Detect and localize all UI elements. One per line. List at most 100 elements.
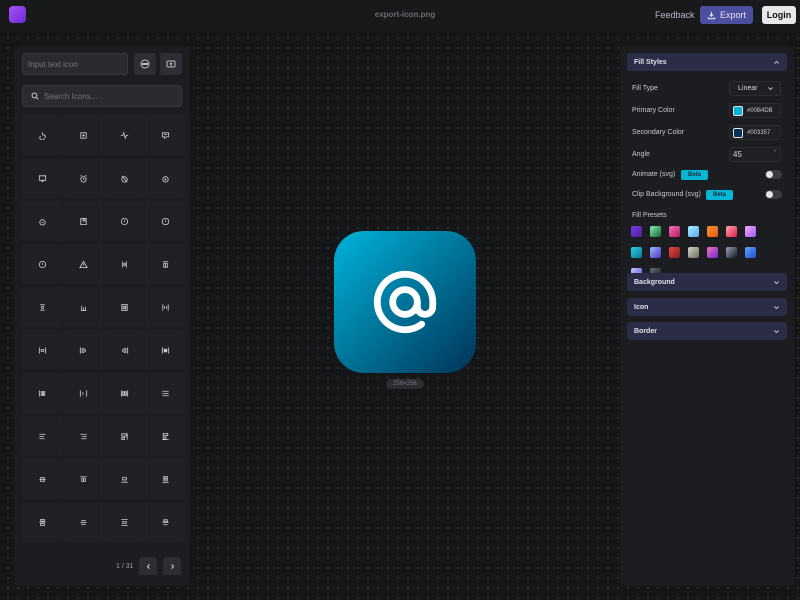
icon-grid-cell[interactable] [104, 459, 144, 499]
fill-preset-swatch[interactable] [745, 247, 756, 258]
icon-grid-cell[interactable] [145, 287, 185, 327]
icon-grid-cell[interactable] [63, 287, 103, 327]
icon-grid-cell[interactable] [145, 115, 185, 155]
icon-grid-cell[interactable] [145, 416, 185, 456]
section-header-border[interactable]: Border [627, 322, 787, 340]
section-title: Background [634, 278, 675, 286]
icon-grid-cell[interactable] [63, 244, 103, 284]
alert-triangle-icon [78, 260, 88, 268]
icon-grid-cell[interactable] [104, 287, 144, 327]
align-left-bars-icon [38, 389, 45, 397]
icon-grid-cell[interactable] [104, 158, 144, 198]
fill-styles-title: Fill Styles [634, 58, 667, 66]
align-v-stack-icon [161, 475, 169, 483]
menu-icon [161, 390, 169, 396]
icon-grid-cell[interactable] [63, 158, 103, 198]
fill-preset-swatch[interactable] [726, 226, 737, 237]
top-bar: export-icon.png Feedback Export Login [0, 0, 800, 30]
icon-grid-cell[interactable] [63, 416, 103, 456]
primary-color-label: Primary Color [632, 107, 675, 114]
secondary-color-swatch[interactable] [733, 127, 743, 138]
text-icon-input[interactable] [22, 53, 128, 75]
section-header-background[interactable]: Background [627, 273, 787, 291]
icon-grid-cell[interactable] [145, 459, 185, 499]
icon-grid-cell[interactable] [145, 244, 185, 284]
icon-grid-cell[interactable] [22, 287, 62, 327]
upload-image-button[interactable] [160, 53, 182, 75]
icon-grid-cell[interactable] [22, 201, 62, 241]
search-input[interactable] [44, 91, 164, 101]
icon-grid-cell[interactable] [104, 244, 144, 284]
icon-grid-cell[interactable] [22, 158, 62, 198]
fill-preset-swatch[interactable] [631, 247, 642, 258]
icon-grid-cell[interactable] [63, 330, 103, 370]
fill-preset-swatch[interactable] [650, 247, 661, 258]
fill-type-select[interactable]: Linear [729, 81, 781, 96]
icon-grid-cell[interactable] [104, 502, 144, 542]
icon-grid-cell[interactable] [145, 373, 185, 413]
icon-grid-cell[interactable] [22, 502, 62, 542]
secondary-color-field[interactable]: #003357 [729, 125, 781, 140]
export-button[interactable]: Export [700, 6, 753, 24]
clip-background-toggle[interactable] [765, 190, 782, 199]
fill-preset-swatch[interactable] [707, 226, 718, 237]
icon-grid-cell[interactable] [145, 201, 185, 241]
icon-grid-cell[interactable] [22, 373, 62, 413]
align-v-end-icon [161, 518, 169, 525]
icon-grid-cell[interactable] [104, 201, 144, 241]
icon-search-field[interactable] [22, 85, 182, 107]
primary-color-value: #00B4DB [747, 107, 773, 114]
feedback-link[interactable]: Feedback [655, 10, 695, 20]
icon-grid-cell[interactable] [22, 330, 62, 370]
fill-preset-swatch[interactable] [669, 247, 680, 258]
fill-preset-swatch[interactable] [669, 226, 680, 237]
icon-grid-cell[interactable] [104, 115, 144, 155]
primary-color-swatch[interactable] [733, 105, 743, 116]
primary-color-field[interactable]: #00B4DB [729, 103, 781, 118]
chevron-right-icon [170, 563, 174, 569]
icon-grid-cell[interactable] [63, 373, 103, 413]
align-v-base-icon [38, 518, 46, 526]
icon-grid-cell[interactable] [63, 115, 103, 155]
angle-input[interactable]: 45 ° [729, 147, 781, 162]
icon-grid-cell[interactable] [22, 416, 62, 456]
icon-grid-cell[interactable] [145, 158, 185, 198]
animate-toggle[interactable] [765, 170, 782, 179]
fill-presets-label: Fill Presets [632, 212, 667, 219]
icon-grid-cell[interactable] [22, 115, 62, 155]
icon-grid-cell[interactable] [22, 459, 62, 499]
fill-preset-swatch[interactable] [650, 226, 661, 237]
icon-grid-cell[interactable] [104, 416, 144, 456]
fill-type-label: Fill Type [632, 85, 658, 92]
next-page-button[interactable] [163, 557, 181, 575]
fill-preset-swatch[interactable] [631, 226, 642, 237]
fill-styles-header[interactable]: Fill Styles [627, 53, 787, 71]
icon-grid-cell[interactable] [104, 330, 144, 370]
align-distributed-icon [161, 303, 169, 311]
align-h-between-icon [79, 389, 87, 397]
align-box-icon [162, 260, 168, 268]
export-label: Export [719, 10, 746, 20]
fill-preset-swatch[interactable] [726, 247, 737, 258]
fill-preset-swatch[interactable] [745, 226, 756, 237]
emoji-button[interactable] [134, 53, 156, 75]
icon-grid-cell[interactable] [22, 244, 62, 284]
icon-grid-cell[interactable] [145, 330, 185, 370]
align-v-center-icon [38, 476, 46, 482]
align-center-icon [121, 260, 127, 268]
login-button[interactable]: Login [762, 6, 796, 24]
icon-grid-cell[interactable] [63, 201, 103, 241]
chevron-down-icon [774, 280, 779, 284]
fill-preset-swatch[interactable] [707, 247, 718, 258]
align-h-space-icon [161, 346, 169, 354]
fill-preset-swatch[interactable] [688, 226, 699, 237]
section-header-icon[interactable]: Icon [627, 298, 787, 316]
icon-grid-cell[interactable] [63, 459, 103, 499]
alarm-plus-icon [161, 175, 169, 183]
icon-grid-cell[interactable] [145, 502, 185, 542]
icon-grid-cell[interactable] [63, 502, 103, 542]
fill-preset-swatch[interactable] [688, 247, 699, 258]
align-v-bottom-icon [120, 476, 128, 483]
icon-grid-cell[interactable] [104, 373, 144, 413]
prev-page-button[interactable] [139, 557, 157, 575]
